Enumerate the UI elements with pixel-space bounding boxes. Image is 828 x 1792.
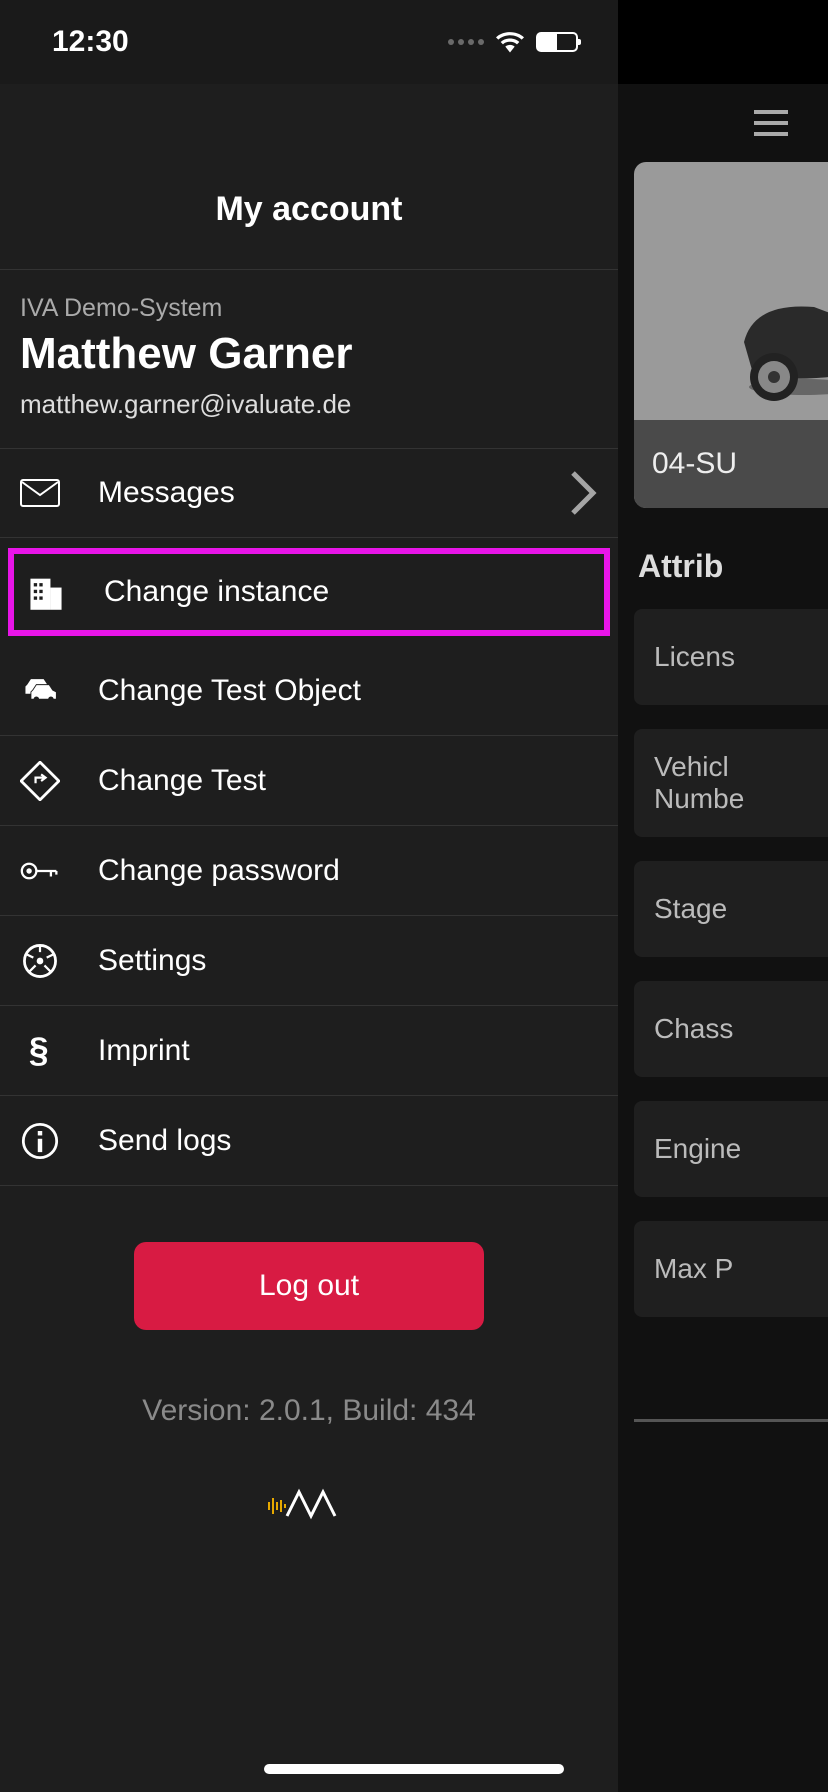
status-time: 12:30 bbox=[52, 25, 129, 59]
user-info: IVA Demo-System Matthew Garner matthew.g… bbox=[0, 270, 618, 448]
status-right bbox=[448, 31, 578, 53]
attr-chassis[interactable]: Chass bbox=[634, 981, 828, 1077]
building-icon bbox=[26, 572, 86, 612]
menu-messages[interactable]: Messages bbox=[0, 448, 618, 538]
signal-dots-icon bbox=[448, 39, 484, 45]
system-name: IVA Demo-System bbox=[20, 294, 598, 323]
menu-label: Change instance bbox=[86, 575, 592, 609]
info-icon bbox=[20, 1121, 80, 1161]
logout-label: Log out bbox=[259, 1269, 359, 1303]
user-email: matthew.garner@ivaluate.de bbox=[20, 389, 598, 420]
menu-label: Change password bbox=[80, 854, 598, 888]
account-drawer: 12:30 My account IVA Demo-System Matthew… bbox=[0, 0, 618, 1792]
menu-settings[interactable]: Settings bbox=[0, 916, 618, 1006]
menu-label: Settings bbox=[80, 944, 598, 978]
section-icon: § bbox=[20, 1031, 80, 1071]
menu-imprint[interactable]: § Imprint bbox=[0, 1006, 618, 1096]
hamburger-icon[interactable] bbox=[754, 110, 788, 136]
svg-text:§: § bbox=[29, 1031, 49, 1070]
attr-engine[interactable]: Engine bbox=[634, 1101, 828, 1197]
battery-icon bbox=[536, 32, 578, 52]
wifi-icon bbox=[496, 31, 524, 53]
page-title: My account bbox=[215, 190, 402, 229]
mail-icon bbox=[20, 473, 80, 513]
car-image-icon bbox=[724, 282, 828, 422]
menu-label: Imprint bbox=[80, 1034, 598, 1068]
vehicle-card[interactable]: 04-SU bbox=[634, 162, 828, 508]
menu-change-password[interactable]: Change password bbox=[0, 826, 618, 916]
directions-icon bbox=[20, 761, 80, 801]
menu-label: Change Test Object bbox=[80, 674, 598, 708]
key-icon bbox=[20, 851, 80, 891]
attr-stage[interactable]: Stage bbox=[634, 861, 828, 957]
attr-maxp[interactable]: Max P bbox=[634, 1221, 828, 1317]
gear-icon bbox=[20, 941, 80, 981]
logout-wrap: Log out bbox=[0, 1186, 618, 1370]
version-text: Version: 2.0.1, Build: 434 bbox=[0, 1394, 618, 1428]
home-indicator[interactable] bbox=[264, 1764, 564, 1774]
logo bbox=[0, 1484, 618, 1524]
attr-license[interactable]: Licens bbox=[634, 609, 828, 705]
menu-change-test[interactable]: Change Test bbox=[0, 736, 618, 826]
menu-list: Messages Change instance Change Test Obj… bbox=[0, 448, 618, 1186]
menu-change-instance[interactable]: Change instance bbox=[8, 548, 610, 636]
menu-send-logs[interactable]: Send logs bbox=[0, 1096, 618, 1186]
card-label: 04-SU bbox=[634, 420, 828, 508]
menu-label: Change Test bbox=[80, 764, 598, 798]
divider bbox=[634, 1419, 828, 1422]
drawer-header: My account bbox=[0, 84, 618, 270]
background-screen: 04-SU Attrib Licens Vehicl Numbe Stage C… bbox=[618, 0, 828, 1792]
chevron-right-icon bbox=[568, 468, 598, 518]
attributes-title: Attrib bbox=[618, 548, 828, 585]
menu-label: Send logs bbox=[80, 1124, 598, 1158]
brand-logo-icon bbox=[259, 1484, 359, 1524]
menu-label: Messages bbox=[80, 476, 568, 510]
logout-button[interactable]: Log out bbox=[134, 1242, 484, 1330]
attr-vin[interactable]: Vehicl Numbe bbox=[634, 729, 828, 837]
menu-change-test-object[interactable]: Change Test Object bbox=[0, 646, 618, 736]
cars-icon bbox=[20, 671, 80, 711]
user-name: Matthew Garner bbox=[20, 329, 598, 379]
status-bar: 12:30 bbox=[0, 0, 618, 84]
